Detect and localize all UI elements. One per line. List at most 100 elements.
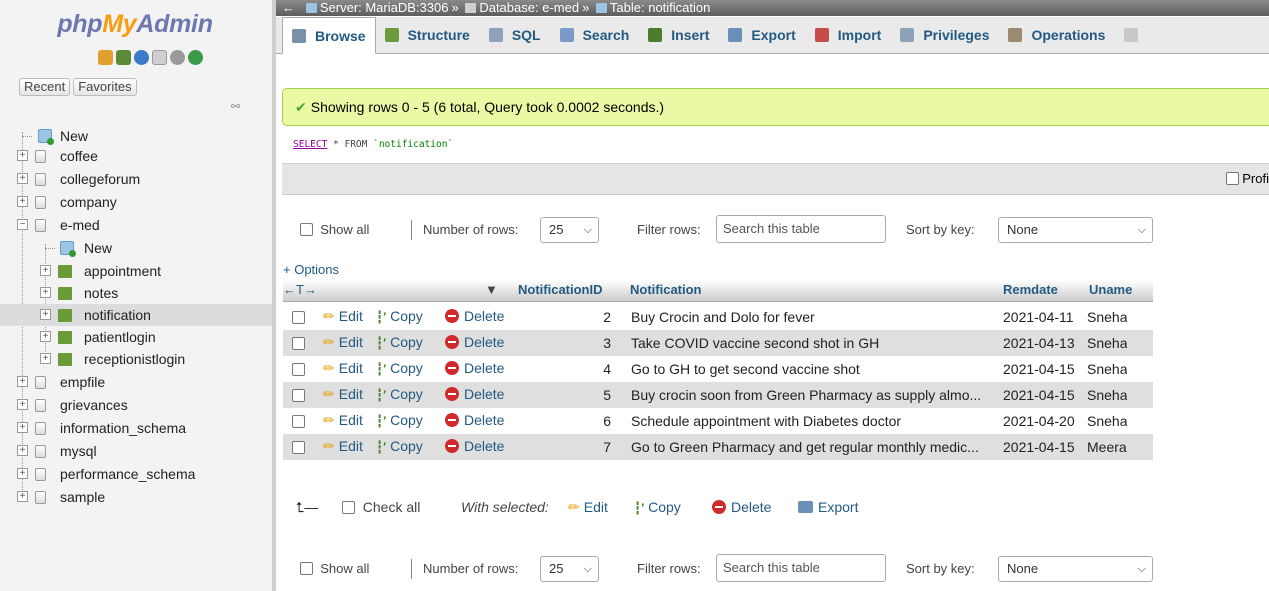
row-checkbox[interactable] [292,440,305,454]
row-copy-button[interactable]: ┇′ Copy [376,356,423,381]
nav-database-item[interactable]: − e-med [0,214,272,236]
options-link[interactable]: + Options [283,262,339,277]
row-edit-button[interactable]: ✏ Edit [323,304,363,328]
show-all-checkbox-bottom[interactable]: Show all [300,556,369,582]
sql-select-keyword[interactable]: SELECT [293,139,327,150]
nav-table-item[interactable]: + patientlogin [0,326,272,348]
row-checkbox[interactable] [292,414,305,428]
recent-tab[interactable]: Recent [19,78,71,96]
favorites-tab[interactable]: Favorites [73,78,137,96]
bulk-edit-button[interactable]: ✏ Edit [568,496,608,518]
row-checkbox[interactable] [292,388,305,402]
nav-table-item[interactable]: + appointment [0,260,272,282]
column-header-notificationid[interactable]: NotificationID [518,280,603,302]
tab-privileges[interactable]: Privileges [891,17,999,53]
expand-icon[interactable]: + [40,287,51,298]
column-sort-arrow[interactable]: ▼ [485,280,498,302]
filter-input[interactable]: Search this table [716,215,886,243]
nav-database-item[interactable]: + collegeforum [0,168,272,190]
expand-icon[interactable]: + [17,468,28,479]
row-delete-button[interactable]: Delete [445,330,504,354]
row-edit-button[interactable]: ✏ Edit [323,330,363,354]
row-copy-button[interactable]: ┇′ Copy [376,304,423,329]
expand-icon[interactable]: + [40,331,51,342]
checkbox-icon[interactable] [1225,172,1239,185]
profiling-checkbox[interactable]: Profi [1225,171,1269,186]
tab-sql[interactable]: SQL [480,17,551,53]
breadcrumb-database[interactable]: Database: e-med [479,0,579,15]
expand-icon[interactable]: + [40,309,51,320]
breadcrumb-table[interactable]: Table: notification [610,0,710,15]
column-header-remdate[interactable]: Remdate [1003,280,1058,302]
filter-input-bottom[interactable]: Search this table [716,554,886,582]
row-delete-button[interactable]: Delete [445,356,504,380]
expand-icon[interactable]: + [40,265,51,276]
link-icon[interactable]: ⚯ [231,100,240,113]
row-edit-button[interactable]: ✏ Edit [323,408,363,432]
row-delete-button[interactable]: Delete [445,382,504,406]
sort-select[interactable]: None ⌵ [998,217,1153,243]
row-copy-button[interactable]: ┇′ Copy [376,434,423,459]
breadcrumb-server[interactable]: Server: MariaDB:3306 [320,0,449,15]
expand-icon[interactable]: + [17,196,28,207]
collapse-arrow[interactable]: ← [282,0,295,15]
phpmyadmin-logo[interactable]: phpMyAdmin [0,10,270,39]
row-delete-button[interactable]: Delete [445,408,504,432]
nav-resizer[interactable] [272,0,276,591]
expand-icon[interactable]: + [17,173,28,184]
row-copy-button[interactable]: ┇′ Copy [376,330,423,355]
nav-table-item[interactable]: + notification [0,304,272,326]
sort-select-bottom[interactable]: None ⌵ [998,556,1153,582]
expand-icon[interactable]: + [17,399,28,410]
nav-database-item[interactable]: + empfile [0,371,272,393]
column-header-notification[interactable]: Notification [630,280,702,302]
bulk-delete-button[interactable]: Delete [712,496,771,518]
row-checkbox[interactable] [292,362,305,376]
row-delete-button[interactable]: Delete [445,304,504,328]
tab-search[interactable]: Search [551,17,640,53]
tab-insert[interactable]: Insert [639,17,719,53]
tab-more-icon[interactable] [1115,17,1157,53]
expand-icon[interactable]: + [40,353,51,364]
nav-database-item[interactable]: + performance_schema [0,463,272,485]
reload-icon[interactable] [188,50,203,65]
row-checkbox[interactable] [292,310,305,324]
bulk-copy-button[interactable]: ┇′ Copy [634,496,681,519]
bulk-export-button[interactable]: Export [798,496,858,518]
nav-table-item[interactable]: + receptionistlogin [0,348,272,370]
row-edit-button[interactable]: ✏ Edit [323,382,363,406]
help-icon[interactable] [134,50,149,65]
expand-icon[interactable]: + [17,376,28,387]
nav-database-item[interactable]: + information_schema [0,417,272,439]
column-header-uname[interactable]: Uname [1089,280,1132,302]
tab-operations[interactable]: Operations [999,17,1115,53]
collapse-icon[interactable]: − [17,219,28,230]
show-all-checkbox[interactable]: Show all [300,217,369,243]
row-copy-button[interactable]: ┇′ Copy [376,382,423,407]
nav-new-database[interactable]: New [0,125,272,147]
row-copy-button[interactable]: ┇′ Copy [376,408,423,433]
nav-database-item[interactable]: + grievances [0,394,272,416]
home-icon[interactable] [98,50,113,65]
tab-browse[interactable]: Browse [282,17,376,54]
nav-database-item[interactable]: + mysql [0,440,272,462]
expand-icon[interactable]: + [17,150,28,161]
expand-icon[interactable]: + [17,422,28,433]
row-edit-button[interactable]: ✏ Edit [323,434,363,458]
nav-new-table[interactable]: New [0,237,272,259]
row-delete-button[interactable]: Delete [445,434,504,458]
tab-import[interactable]: Import [806,17,892,53]
expand-icon[interactable]: + [17,445,28,456]
nav-database-item[interactable]: + company [0,191,272,213]
nav-table-item[interactable]: + notes [0,282,272,304]
rows-select-bottom[interactable]: 25 ⌵ [540,556,599,582]
row-edit-button[interactable]: ✏ Edit [323,356,363,380]
tab-structure[interactable]: Structure [376,17,480,53]
docs-icon[interactable] [152,50,167,65]
logout-icon[interactable] [116,50,131,65]
nav-database-item[interactable]: + sample [0,486,272,508]
settings-icon[interactable] [170,50,185,65]
column-arrows[interactable]: ←T→ [283,280,317,302]
nav-database-item[interactable]: + coffee [0,145,272,167]
tab-export[interactable]: Export [719,17,805,53]
